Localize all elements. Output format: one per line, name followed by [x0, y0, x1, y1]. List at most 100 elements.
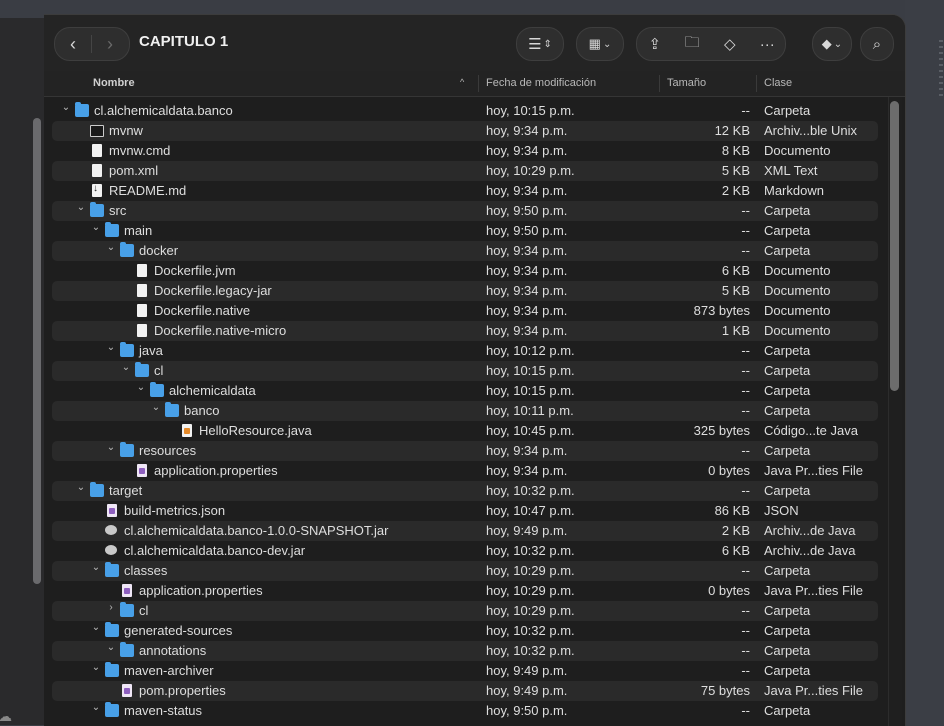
file-kind: Documento [764, 323, 831, 338]
grid-group-icon: ▦ [588, 36, 601, 51]
disclosure-collapsed-icon[interactable]: › [105, 602, 117, 613]
disclosure-expanded-icon[interactable]: ⌄ [60, 102, 72, 113]
file-name: src [109, 203, 127, 218]
modified-date: hoy, 9:34 p.m. [486, 243, 568, 258]
disclosure-expanded-icon[interactable]: ⌄ [75, 482, 87, 493]
disclosure-expanded-icon[interactable]: ⌄ [135, 382, 147, 393]
disclosure-expanded-icon[interactable]: ⌄ [75, 202, 87, 213]
file-size: 873 bytes [693, 303, 750, 318]
file-row[interactable]: cl.alchemicaldata.banco-1.0.0-SNAPSHOT.j… [52, 521, 878, 541]
folder-icon [105, 222, 119, 237]
column-divider[interactable] [756, 75, 757, 92]
vertical-scrollbar[interactable] [890, 101, 899, 391]
disclosure-expanded-icon[interactable]: ⌄ [105, 442, 117, 453]
file-row[interactable]: build-metrics.json hoy, 10:47 p.m. 86 KB JS… [44, 501, 886, 521]
file-size: -- [741, 403, 750, 418]
file-size: 1 KB [721, 323, 750, 338]
file-row[interactable]: README.md hoy, 9:34 p.m. 2 KB Markdown [44, 181, 886, 201]
folder-row[interactable]: ⌄ banco hoy, 10:11 p.m. -- Carpeta [52, 401, 878, 421]
folder-row[interactable]: ⌄ docker hoy, 9:34 p.m. -- Carpeta [52, 241, 878, 261]
disclosure-expanded-icon[interactable]: ⌄ [105, 642, 117, 653]
folder-row[interactable]: ⌄ cl.alchemicaldata.banco hoy, 10:15 p.m. -… [44, 101, 886, 121]
file-row[interactable]: mvnw.cmd hoy, 9:34 p.m. 8 KB Documento [44, 141, 886, 161]
file-kind: Java Pr...ties File [764, 583, 863, 598]
modified-date: hoy, 9:34 p.m. [486, 323, 568, 338]
file-kind: Carpeta [764, 643, 811, 658]
folder-row[interactable]: ⌄ target hoy, 10:32 p.m. -- Carpeta [52, 481, 878, 501]
folder-row[interactable]: ⌄ main hoy, 9:50 p.m. -- Carpeta [44, 221, 886, 241]
file-name: banco [184, 403, 220, 418]
file-size: -- [741, 443, 750, 458]
file-size: -- [741, 663, 750, 678]
file-size: 75 bytes [700, 683, 750, 698]
folder-row[interactable]: ⌄ maven-archiver hoy, 9:49 p.m. -- Carpeta [44, 661, 886, 681]
column-size-header[interactable]: Tamaño [667, 77, 706, 89]
disclosure-expanded-icon[interactable]: ⌄ [105, 342, 117, 353]
disclosure-expanded-icon[interactable]: ⌄ [90, 662, 102, 673]
folder-row[interactable]: ⌄ src hoy, 9:50 p.m. -- Carpeta [52, 201, 878, 221]
disclosure-expanded-icon[interactable]: ⌄ [90, 622, 102, 633]
file-row[interactable]: cl.alchemicaldata.banco-dev.jar hoy, 10:3… [44, 541, 886, 561]
file-row[interactable]: Dockerfile.native-micro hoy, 9:34 p.m. 1 K… [52, 321, 878, 341]
file-row[interactable]: Dockerfile.jvm hoy, 9:34 p.m. 6 KB Document… [44, 261, 886, 281]
folder-icon [75, 102, 89, 117]
file-name: java [139, 343, 163, 358]
share-button[interactable]: ⇪ [637, 28, 673, 60]
file-row[interactable]: application.properties hoy, 9:34 p.m. 0 by… [44, 461, 886, 481]
folder-row[interactable]: ⌄ maven-status hoy, 9:50 p.m. -- Carpeta [44, 701, 886, 721]
column-date-header[interactable]: Fecha de modificación [486, 77, 596, 89]
tag-button[interactable]: ◇ [712, 28, 748, 60]
file-row[interactable]: pom.xml hoy, 10:29 p.m. 5 KB XML Text [52, 161, 878, 181]
modified-date: hoy, 10:29 p.m. [486, 163, 575, 178]
file-row[interactable]: Dockerfile.legacy-jar hoy, 9:34 p.m. 5 KB D… [52, 281, 878, 301]
folder-row[interactable]: ⌄ alchemicaldata hoy, 10:15 p.m. -- Carpeta [44, 381, 886, 401]
folder-row[interactable]: › cl hoy, 10:29 p.m. -- Carpeta [52, 601, 878, 621]
document-icon [137, 304, 147, 317]
file-kind: Carpeta [764, 363, 811, 378]
more-button[interactable]: ··· [750, 28, 786, 60]
back-button[interactable]: ‹ [55, 28, 91, 60]
folder-row[interactable]: ⌄ generated-sources hoy, 10:32 p.m. -- Carpe… [44, 621, 886, 641]
file-row[interactable]: Dockerfile.native hoy, 9:34 p.m. 873 bytes… [44, 301, 886, 321]
disclosure-expanded-icon[interactable]: ⌄ [150, 402, 162, 413]
file-size: -- [741, 563, 750, 578]
folder-row[interactable]: ⌄ resources hoy, 9:34 p.m. -- Carpeta [52, 441, 878, 461]
column-kind-header[interactable]: Clase [764, 77, 792, 89]
column-divider[interactable] [478, 75, 479, 92]
new-folder-button[interactable]: 🗀 [675, 28, 711, 60]
finder-window: ‹ › CAPITULO 1 ☰ ⇕ ▦ ⌄ ⇪ 🗀 ◇ ··· ◆ ⌄ ⌕ Nomb… [44, 14, 906, 726]
file-size: 0 bytes [708, 463, 750, 478]
folder-row[interactable]: ⌄ classes hoy, 10:29 p.m. -- Carpeta [52, 561, 878, 581]
disclosure-expanded-icon[interactable]: ⌄ [120, 362, 132, 373]
disclosure-expanded-icon[interactable]: ⌄ [90, 562, 102, 573]
document-icon [92, 164, 102, 177]
column-divider[interactable] [659, 75, 660, 92]
file-size: 2 KB [721, 523, 750, 538]
folder-icon [120, 242, 134, 257]
file-name: main [124, 223, 153, 238]
folder-row[interactable]: ⌄ java hoy, 10:12 p.m. -- Carpeta [44, 341, 886, 361]
group-button[interactable]: ▦ ⌄ [576, 27, 624, 61]
modified-date: hoy, 10:45 p.m. [486, 423, 575, 438]
file-kind: Documento [764, 143, 831, 158]
disclosure-expanded-icon[interactable]: ⌄ [90, 702, 102, 713]
view-options-button[interactable]: ☰ ⇕ [516, 27, 564, 61]
folder-row[interactable]: ⌄ cl hoy, 10:15 p.m. -- Carpeta [52, 361, 878, 381]
disclosure-expanded-icon[interactable]: ⌄ [105, 242, 117, 253]
file-row[interactable]: pom.properties hoy, 9:49 p.m. 75 bytes Java… [52, 681, 878, 701]
modified-date: hoy, 9:49 p.m. [486, 663, 568, 678]
sidebar-scrollbar[interactable] [33, 118, 41, 584]
file-row[interactable]: HelloResource.java hoy, 10:45 p.m. 325 byt… [44, 421, 886, 441]
search-button[interactable]: ⌕ [860, 27, 894, 61]
file-row[interactable]: application.properties hoy, 10:29 p.m. 0 b… [44, 581, 886, 601]
file-name: pom.properties [139, 683, 226, 698]
properties-file-icon [122, 684, 132, 697]
folder-row[interactable]: ⌄ annotations hoy, 10:32 p.m. -- Carpeta [52, 641, 878, 661]
dropbox-button[interactable]: ◆ ⌄ [812, 27, 852, 61]
forward-button[interactable]: › [92, 28, 128, 60]
list-view-icon: ☰ [528, 36, 542, 53]
column-name-header[interactable]: Nombre [93, 77, 135, 89]
java-file-icon [182, 424, 192, 437]
file-row[interactable]: mvnw hoy, 9:34 p.m. 12 KB Archiv...ble Unix [52, 121, 878, 141]
disclosure-expanded-icon[interactable]: ⌄ [90, 222, 102, 233]
